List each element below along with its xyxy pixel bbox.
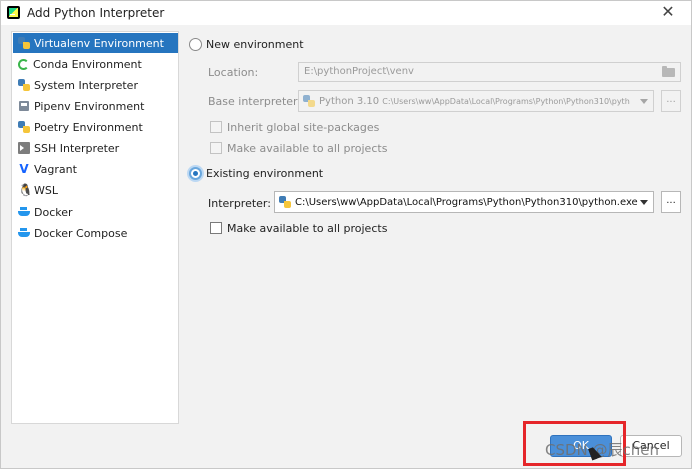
inherit-site-packages-checkbox[interactable] [210,121,222,133]
base-interpreter-label: Base interpreter: [208,95,302,108]
add-python-interpreter-dialog: Add Python Interpreter ✕ Virtualenv Envi… [0,0,692,469]
title-bar: Add Python Interpreter ✕ [1,1,691,25]
interpreter-label: Interpreter: [208,197,271,210]
vagrant-icon: V [19,162,29,176]
base-interpreter-select[interactable]: Python 3.10 C:\Users\ww\AppData\Local\Pr… [298,90,654,112]
sidebar-item-label: System Interpreter [34,78,138,92]
sidebar-item-wsl[interactable]: 🐧 WSL [13,180,178,200]
csdn-watermark: CSDN @辰chen [545,441,660,459]
close-icon[interactable]: ✕ [659,2,677,22]
sidebar-item-label: Poetry Environment [34,120,143,134]
new-environment-label: New environment [206,38,304,51]
sidebar-item-label: Docker Compose [34,226,128,240]
new-env-available-all-checkbox[interactable] [210,142,222,154]
existing-env-available-all-label: Make available to all projects [227,222,388,235]
sidebar-item-system[interactable]: System Interpreter [13,75,178,95]
existing-env-available-all-checkbox[interactable] [210,222,222,234]
sidebar-item-pipenv[interactable]: Pipenv Environment [13,96,178,116]
poetry-icon [18,121,30,133]
new-env-available-all-label: Make available to all projects [227,142,388,155]
conda-icon [18,58,29,70]
sidebar-item-ssh[interactable]: SSH Interpreter [13,138,178,158]
docker-icon [18,206,30,218]
sidebar-item-label: WSL [34,183,58,197]
python-icon [18,79,30,91]
sidebar-item-label: Vagrant [34,162,77,176]
interpreter-browse-button[interactable]: ... [661,191,681,213]
interpreter-select[interactable]: C:\Users\ww\AppData\Local\Programs\Pytho… [274,191,654,213]
dialog-title: Add Python Interpreter [27,6,165,20]
chevron-down-icon [640,99,648,104]
sidebar-item-label: Conda Environment [33,57,142,71]
python-icon [18,37,30,49]
sidebar-item-label: Virtualenv Environment [34,36,164,50]
sidebar-item-label: SSH Interpreter [34,141,120,155]
sidebar-item-poetry[interactable]: Poetry Environment [13,117,178,137]
location-input[interactable]: E:\pythonProject\venv [298,62,681,82]
existing-environment-label: Existing environment [206,167,324,180]
sidebar-item-conda[interactable]: Conda Environment [13,54,178,74]
location-value: E:\pythonProject\venv [304,66,414,77]
base-interpreter-browse-button[interactable]: ... [661,90,681,112]
existing-environment-radio[interactable] [189,167,202,180]
docker-compose-icon [18,227,30,239]
sidebar-item-virtualenv[interactable]: Virtualenv Environment [13,33,178,53]
sidebar-item-label: Docker [34,205,73,219]
folder-icon[interactable] [662,66,675,77]
python-icon [279,196,291,208]
sidebar-item-docker-compose[interactable]: Docker Compose [13,223,178,243]
python-icon [303,95,315,107]
pycharm-app-icon [7,6,20,19]
pipenv-icon [18,100,30,112]
inherit-site-packages-label: Inherit global site-packages [227,121,380,134]
location-label: Location: [208,66,259,79]
interpreter-type-list: Virtualenv Environment Conda Environment… [11,31,179,424]
interpreter-value: C:\Users\ww\AppData\Local\Programs\Pytho… [295,196,638,208]
sidebar-item-vagrant[interactable]: V Vagrant [13,159,178,179]
ssh-terminal-icon [18,142,30,154]
sidebar-item-docker[interactable]: Docker [13,202,178,222]
new-environment-radio[interactable] [189,38,202,51]
chevron-down-icon [640,200,648,205]
sidebar-item-label: Pipenv Environment [34,99,145,113]
linux-tux-icon: 🐧 [18,183,33,197]
base-interpreter-value: Python 3.10 C:\Users\ww\AppData\Local\Pr… [319,95,630,107]
